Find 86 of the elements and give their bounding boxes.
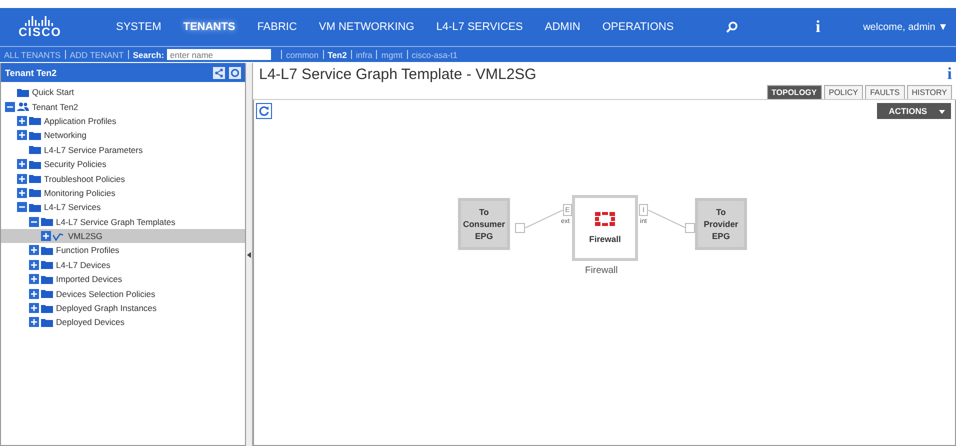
cisco-logo: CISCO xyxy=(20,16,60,38)
node-name: Firewall xyxy=(589,234,621,244)
tree-item[interactable]: VML2SG xyxy=(1,228,245,244)
expand-icon[interactable] xyxy=(17,174,27,184)
folder-icon xyxy=(41,217,53,226)
search-icon[interactable] xyxy=(726,21,738,33)
collapse-icon[interactable] xyxy=(17,202,27,212)
tenant-link[interactable]: Ten2 xyxy=(328,50,347,60)
tree-item[interactable]: L4-L7 Services xyxy=(1,200,245,215)
folder-icon xyxy=(29,202,41,212)
folder-icon xyxy=(41,304,53,313)
view-tab[interactable]: FAULTS xyxy=(865,85,905,99)
refresh-icon[interactable] xyxy=(256,103,272,119)
firewall-logo-icon xyxy=(595,212,615,226)
nav-tab[interactable]: ADMIN xyxy=(544,21,580,33)
tree-item[interactable]: Monitoring Policies xyxy=(1,186,245,200)
connector-line xyxy=(648,210,686,228)
folder-icon xyxy=(29,145,41,154)
caret-icon xyxy=(939,110,945,114)
folder-icon xyxy=(29,130,41,140)
share-icon[interactable] xyxy=(213,66,225,78)
users-icon xyxy=(17,102,29,112)
tree-item[interactable]: L4-L7 Service Graph Templates xyxy=(1,214,245,229)
tree-item[interactable]: Networking xyxy=(1,128,245,143)
folder-icon xyxy=(29,116,41,126)
tree-item[interactable]: Application Profiles xyxy=(1,114,245,128)
node-caption: Firewall xyxy=(585,265,618,276)
expand-icon[interactable] xyxy=(17,116,27,126)
provider-epg-node[interactable]: To Provider EPG xyxy=(695,198,747,250)
folder-icon xyxy=(29,160,41,169)
folder-icon xyxy=(41,274,53,284)
expand-icon[interactable] xyxy=(29,288,39,299)
user-menu[interactable]: welcome, admin ▼ xyxy=(863,22,948,32)
search-field[interactable]: enter name xyxy=(167,49,272,60)
view-tab[interactable]: HISTORY xyxy=(906,85,952,99)
folder-icon xyxy=(41,318,53,327)
search-label: Search: xyxy=(132,50,164,60)
expand-icon[interactable] xyxy=(17,188,27,198)
collapse-icon[interactable] xyxy=(29,216,39,227)
splitter-handle[interactable] xyxy=(246,63,253,446)
folder-icon xyxy=(17,88,29,97)
tree-item[interactable]: Devices Selection Policies xyxy=(1,286,245,301)
port-square xyxy=(685,223,695,233)
info-button[interactable]: i xyxy=(947,64,952,84)
info-button[interactable]: i xyxy=(816,17,820,37)
refresh-icon[interactable] xyxy=(229,66,241,78)
nav-tab[interactable]: SYSTEM xyxy=(116,21,162,33)
graph-icon xyxy=(53,232,65,241)
tree-item[interactable]: Security Policies xyxy=(1,156,245,172)
expand-icon[interactable] xyxy=(29,245,39,256)
expand-icon[interactable] xyxy=(29,274,39,284)
expand-icon[interactable] xyxy=(41,231,51,242)
nav-tab[interactable]: TENANTS xyxy=(183,21,236,33)
connector-line xyxy=(525,210,563,228)
tree-item[interactable]: Troubleshoot Policies xyxy=(1,171,245,186)
tree-item[interactable]: Imported Devices xyxy=(1,272,245,286)
expand-icon[interactable] xyxy=(29,260,39,270)
expand-icon[interactable] xyxy=(29,317,39,328)
consumer-epg-node[interactable]: To Consumer EPG xyxy=(458,198,510,250)
view-tab[interactable]: POLICY xyxy=(824,85,864,99)
panel-title: Tenant Ten2 xyxy=(5,68,57,78)
tree-item[interactable]: Quick Start xyxy=(1,85,245,100)
folder-icon xyxy=(41,246,53,255)
firewall-node[interactable]: Firewall xyxy=(572,195,638,261)
page-title: L4-L7 Service Graph Template - VML2SG xyxy=(259,66,536,82)
collapse-icon[interactable] xyxy=(5,102,15,112)
port-square xyxy=(515,223,525,233)
view-tab[interactable]: TOPOLOGY xyxy=(766,85,822,99)
tree-item[interactable]: Function Profiles xyxy=(1,243,245,258)
tree-item[interactable]: Deployed Devices xyxy=(1,315,245,330)
folder-icon xyxy=(29,188,41,198)
tree-item[interactable]: L4-L7 Devices xyxy=(1,258,245,272)
actions-button[interactable]: ACTIONS xyxy=(876,103,951,119)
tree-item[interactable]: Deployed Graph Instances xyxy=(1,300,245,316)
nav-tab[interactable]: VM NETWORKING xyxy=(318,21,414,33)
nav-tab[interactable]: L4-L7 SERVICES xyxy=(436,21,523,33)
folder-icon xyxy=(29,174,41,184)
expand-icon[interactable] xyxy=(17,159,27,170)
folder-icon xyxy=(41,260,53,270)
tree-item[interactable]: Tenant Ten2 xyxy=(1,99,245,114)
tree-item[interactable]: L4-L7 Service Parameters xyxy=(1,142,245,157)
expand-icon[interactable] xyxy=(17,130,27,140)
nav-tab[interactable]: OPERATIONS xyxy=(602,21,674,33)
folder-icon xyxy=(41,289,53,298)
nav-tab[interactable]: FABRIC xyxy=(257,21,297,33)
expand-icon[interactable] xyxy=(29,303,39,314)
